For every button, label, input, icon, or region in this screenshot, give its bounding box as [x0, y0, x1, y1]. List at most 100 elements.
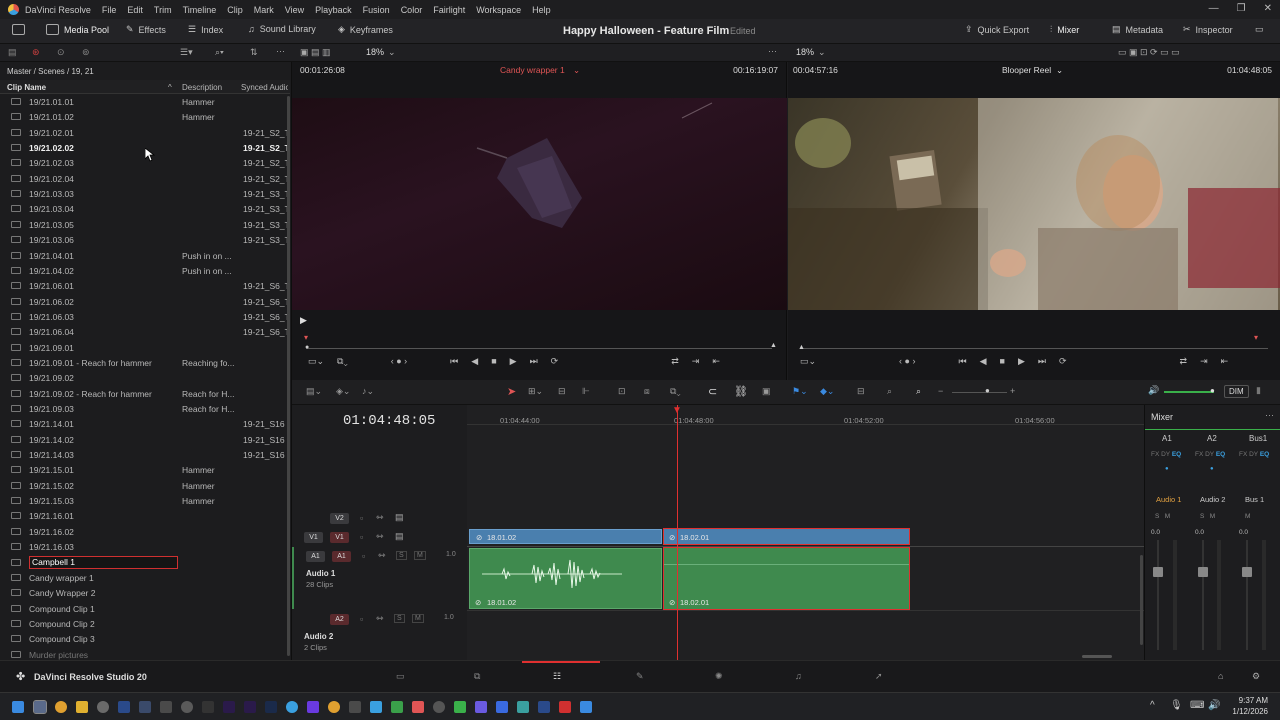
edit-page-icon[interactable]: ☷	[553, 671, 561, 682]
cut-page-icon[interactable]: ⧉	[474, 671, 480, 682]
col-clip-name[interactable]: Clip Name	[7, 83, 46, 92]
match-frame-icon[interactable]: ⇄	[671, 356, 679, 367]
playhead-icon[interactable]: ●	[305, 344, 309, 351]
app-icon[interactable]	[370, 701, 382, 713]
clip-row[interactable]: 19/21.14.01 19-21_S16	[0, 416, 290, 431]
reverse-icon[interactable]: ◀	[471, 356, 478, 367]
chrome-icon[interactable]	[55, 701, 67, 713]
fx-dy-eq-a1[interactable]: FX DY EQ	[1151, 451, 1181, 458]
app-icon[interactable]	[538, 701, 550, 713]
app-icon[interactable]	[433, 701, 445, 713]
track-a1-label[interactable]: A1	[332, 551, 351, 562]
lock-icon[interactable]: ▫	[360, 532, 363, 542]
smart-bin-icon[interactable]: ⊙	[57, 47, 65, 58]
track-a2-label[interactable]: A2	[330, 614, 349, 625]
menu-edit[interactable]: Edit	[127, 5, 143, 15]
clip-row[interactable]: 19/21.04.02 Push in on ...	[0, 263, 290, 278]
viewer-size-icon[interactable]: ▭⌄	[800, 356, 816, 367]
panel-toggle-button[interactable]	[12, 24, 25, 35]
app-icon[interactable]	[202, 701, 214, 713]
stop-icon[interactable]: ■	[491, 356, 496, 367]
quick-export-button[interactable]: ⇪ Quick Export	[965, 24, 1029, 35]
audio-clip-selected[interactable]: ⊘ 18.02.01	[663, 547, 910, 610]
col-synced-audio[interactable]: Synced Audio	[241, 83, 288, 92]
clip-row[interactable]: Compound Clip 3	[0, 631, 290, 646]
auto-select-icon[interactable]: ⇿	[376, 613, 384, 624]
play-forward-icon[interactable]: ▶	[510, 356, 517, 367]
playhead-icon[interactable]: ▾	[1254, 333, 1258, 342]
reverse-icon[interactable]: ◀	[980, 356, 987, 367]
audition-icon[interactable]	[223, 701, 235, 713]
zoom-in-icon[interactable]: +	[1010, 386, 1015, 396]
trim-tool-icon[interactable]: ⊞⌄	[528, 386, 543, 397]
breadcrumb[interactable]: Master / Scenes / 19, 21	[7, 67, 94, 76]
chevron-down-icon[interactable]: ⌄	[1056, 65, 1063, 76]
flag-icon[interactable]: ⚑⌄	[792, 386, 808, 397]
clip-row[interactable]: Candy wrapper 1	[0, 570, 290, 585]
track-a1-source-label[interactable]: A1	[306, 551, 325, 562]
clip-row[interactable]: Compound Clip 1	[0, 601, 290, 616]
app-icon[interactable]	[160, 701, 172, 713]
excel-icon[interactable]	[391, 701, 403, 713]
solo-mute-a1[interactable]: S M	[1155, 513, 1170, 520]
steam-icon[interactable]	[139, 701, 151, 713]
settings-gear-icon[interactable]: ⚙	[1252, 671, 1260, 682]
video-clip-selected[interactable]: ⊘ 18.02.01	[663, 528, 910, 545]
auto-select-icon[interactable]: ⇿	[378, 550, 386, 561]
menu-color[interactable]: Color	[401, 5, 423, 15]
clip-row[interactable]: 19/21.04.01 Push in on ...	[0, 248, 290, 263]
zoom-handle[interactable]: ●	[985, 386, 990, 395]
in-marker-icon[interactable]: ▾	[304, 333, 308, 342]
sound-library-button[interactable]: ♫ Sound Library	[248, 24, 316, 34]
replace-clip-icon[interactable]: ⧉⌄	[670, 386, 681, 397]
zoom-slider[interactable]	[952, 392, 1007, 393]
menu-mark[interactable]: Mark	[254, 5, 274, 15]
clip-row[interactable]: 19/21.15.03 Hammer	[0, 493, 290, 508]
clip-row[interactable]: Campbell 1	[0, 555, 290, 570]
source-frame[interactable]	[292, 98, 787, 310]
overlay-icon[interactable]: ⧉⌄	[337, 356, 348, 367]
clock-time[interactable]: 9:37 AM	[1236, 696, 1268, 705]
clip-row[interactable]: 19/21.03.06 19-21_S3_T	[0, 232, 290, 247]
clip-row[interactable]: 19/21.14.02 19-21_S16	[0, 432, 290, 447]
mute-button[interactable]: M	[414, 551, 426, 560]
app-icon[interactable]	[97, 701, 109, 713]
speaker-icon[interactable]: 🔊	[1208, 700, 1220, 711]
clip-row[interactable]: 19/21.02.01 19-21_S2_T	[0, 125, 290, 140]
premiere-icon[interactable]	[244, 701, 256, 713]
menu-fusion[interactable]: Fusion	[363, 5, 390, 15]
menu-file[interactable]: File	[102, 5, 117, 15]
fairlight-page-icon[interactable]: ♫	[795, 671, 802, 681]
fader-bus1[interactable]	[1242, 567, 1252, 577]
clip-row[interactable]: 19/21.01.01 Hammer	[0, 94, 290, 109]
color-page-icon[interactable]: ✺	[715, 671, 723, 682]
solo-mute-a2[interactable]: S M	[1200, 513, 1215, 520]
lock-icon[interactable]: ▫	[360, 614, 363, 624]
viewer-mode-icon[interactable]: ▣ ▤ ▥	[300, 47, 331, 58]
windows-start-icon[interactable]	[12, 701, 24, 713]
clip-row[interactable]: 19/21.09.01 - Reach for hammer Reaching f…	[0, 355, 290, 370]
zoom-detail-icon[interactable]: ⌕	[887, 386, 892, 397]
dynamic-trim-icon[interactable]: ⊟	[558, 386, 566, 397]
auto-select-icon[interactable]: ⇿	[376, 512, 384, 523]
out-marker-icon[interactable]: ▲	[770, 342, 777, 349]
mute-button[interactable]: M	[412, 614, 424, 623]
menu-help[interactable]: Help	[532, 5, 551, 15]
program-scrubber[interactable]	[800, 348, 1268, 349]
fader-a1[interactable]	[1153, 567, 1163, 577]
search-icon[interactable]: ⌕▾	[215, 47, 224, 58]
clip-row[interactable]: 19/21.06.02 19-21_S6_T	[0, 294, 290, 309]
skip-back-icon[interactable]: ⏮	[450, 356, 458, 367]
solo-button[interactable]: S	[396, 551, 407, 560]
sort-arrow-icon[interactable]: ^	[168, 83, 172, 92]
skip-forward-icon[interactable]: ⏭	[530, 356, 538, 367]
app-icon[interactable]	[349, 701, 361, 713]
media-pool-button[interactable]: Media Pool	[46, 24, 109, 35]
clip-row[interactable]: 19/21.16.01	[0, 508, 290, 523]
clip-row[interactable]: 19/21.06.01 19-21_S6_T	[0, 278, 290, 293]
clip-row[interactable]: 19/21.09.03 Reach for H...	[0, 401, 290, 416]
deliver-page-icon[interactable]: ➚	[875, 671, 883, 682]
solo-button[interactable]: S	[394, 614, 405, 623]
bin-icon[interactable]: ⊛	[32, 47, 40, 58]
col-description[interactable]: Description	[182, 83, 222, 92]
